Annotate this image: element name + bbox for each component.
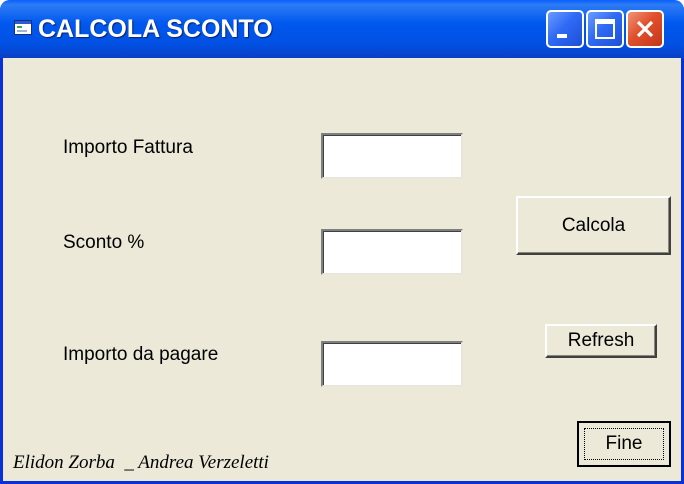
main-window: CALCOLA SCONTO Importo Fattura Sconto % … [0, 0, 684, 484]
maximize-icon [595, 19, 615, 39]
importo-da-pagare-input[interactable] [321, 341, 463, 387]
refresh-button-label: Refresh [567, 330, 635, 351]
sconto-label: Sconto % [63, 232, 145, 253]
calcola-button-label: Calcola [561, 214, 626, 236]
maximize-button[interactable] [586, 10, 624, 48]
refresh-button[interactable]: Refresh [545, 324, 657, 358]
authors-credit: Elidon Zorba _ Andrea Verzeletti [13, 452, 269, 473]
importo-da-pagare-label: Importo da pagare [63, 344, 219, 365]
close-icon [636, 20, 654, 38]
importo-fattura-label: Importo Fattura [63, 137, 193, 158]
minimize-button[interactable] [546, 10, 584, 48]
calcola-button[interactable]: Calcola [516, 196, 671, 255]
fine-button-label: Fine [605, 433, 643, 454]
fine-button[interactable]: Fine [577, 421, 671, 467]
window-title: CALCOLA SCONTO [38, 15, 273, 43]
sconto-input[interactable] [321, 229, 463, 275]
title-bar[interactable]: CALCOLA SCONTO [0, 0, 684, 58]
close-button[interactable] [626, 10, 664, 48]
minimize-icon [557, 34, 567, 38]
app-form-icon[interactable] [14, 20, 32, 35]
importo-fattura-input[interactable] [321, 133, 463, 179]
